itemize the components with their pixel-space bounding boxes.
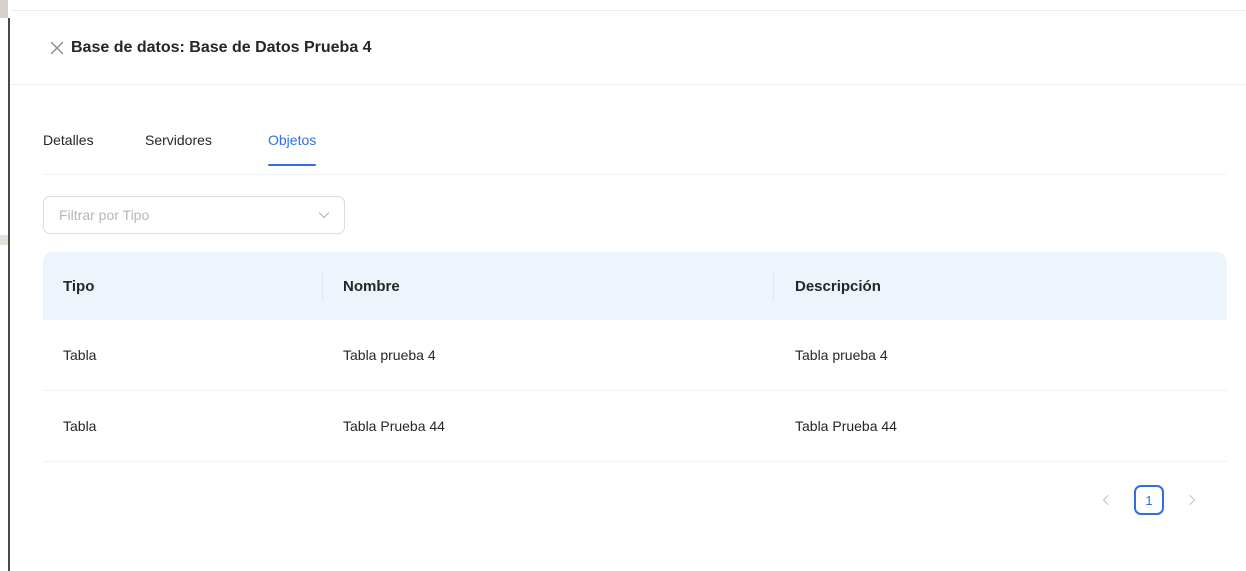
database-detail-panel: Base de datos: Base de Datos Prueba 4 De… <box>0 0 1246 571</box>
column-header-descripcion: Descripción <box>795 277 881 295</box>
cell-tipo: Tabla <box>63 418 97 434</box>
column-header-tipo: Tipo <box>63 277 95 295</box>
window-edge <box>0 0 11 571</box>
cell-descripcion: Tabla prueba 4 <box>795 347 888 363</box>
cell-nombre: Tabla prueba 4 <box>343 347 436 363</box>
panel-header: Base de datos: Base de Datos Prueba 4 <box>11 11 1246 85</box>
chevron-left-icon <box>1102 494 1109 506</box>
column-divider <box>773 271 774 301</box>
cell-tipo: Tabla <box>63 347 97 363</box>
objects-table: Tipo Nombre Descripción Tabla Tabla prue… <box>43 252 1227 462</box>
pagination: 1 <box>1092 484 1206 516</box>
table-row[interactable]: Tabla Tabla Prueba 44 Tabla Prueba 44 <box>43 391 1227 462</box>
cell-descripcion: Tabla Prueba 44 <box>795 418 897 434</box>
column-header-nombre: Nombre <box>343 277 400 295</box>
chevron-right-icon <box>1189 494 1196 506</box>
type-filter-select[interactable]: Filtrar por Tipo <box>43 196 345 234</box>
tab-objetos[interactable]: Objetos <box>268 132 317 166</box>
chevron-down-icon <box>318 212 330 219</box>
next-page-button[interactable] <box>1178 485 1206 515</box>
page-button-current[interactable]: 1 <box>1134 485 1164 515</box>
column-divider <box>322 271 323 301</box>
tab-bar: Detalles Servidores Objetos <box>43 126 1226 175</box>
table-row[interactable]: Tabla Tabla prueba 4 Tabla prueba 4 <box>43 320 1227 391</box>
cell-nombre: Tabla Prueba 44 <box>343 418 445 434</box>
prev-page-button[interactable] <box>1092 485 1120 515</box>
close-icon <box>50 41 64 54</box>
panel-title: Base de datos: Base de Datos Prueba 4 <box>71 38 372 56</box>
table-header: Tipo Nombre Descripción <box>43 252 1227 320</box>
filter-placeholder: Filtrar por Tipo <box>59 207 150 223</box>
tab-servidores[interactable]: Servidores <box>145 132 212 164</box>
tab-detalles[interactable]: Detalles <box>43 132 94 164</box>
close-button[interactable] <box>45 36 69 60</box>
